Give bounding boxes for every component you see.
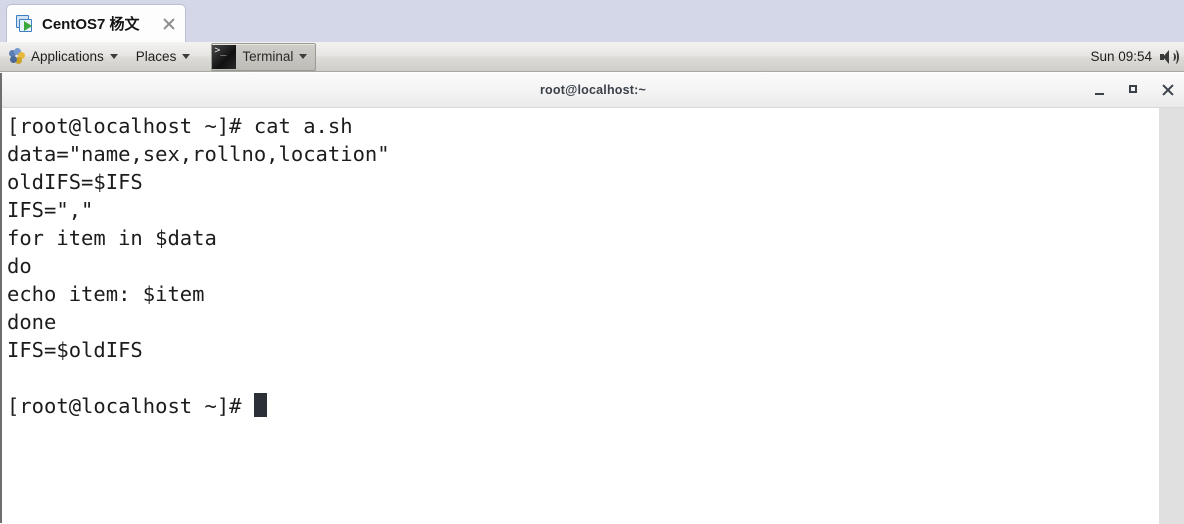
terminal-line: IFS=$oldIFS (7, 338, 143, 362)
chevron-down-icon (299, 54, 308, 59)
terminal-line: echo item: $item (7, 282, 205, 306)
terminal-line: IFS="," (7, 198, 94, 222)
menu-places-label: Places (135, 49, 177, 64)
close-button[interactable] (1160, 82, 1176, 98)
menu-applications[interactable]: Applications (0, 42, 127, 71)
terminal-title: root@localhost:~ (539, 83, 647, 97)
terminal-line: data="name,sex,rollno,location" (7, 142, 390, 166)
terminal-scrollbar[interactable] (1158, 108, 1184, 524)
terminal-line: [root@localhost ~]# cat a.sh (7, 114, 353, 138)
terminal-window: root@localhost:~ [root@localhost ~]# cat… (0, 73, 1184, 524)
vm-tab-label: CentOS7 杨文 (42, 16, 140, 33)
terminal-line: do (7, 254, 32, 278)
gnome-foot-icon (9, 48, 26, 65)
terminal-titlebar[interactable]: root@localhost:~ (2, 73, 1184, 108)
volume-speaker-icon[interactable] (1160, 49, 1179, 65)
close-icon[interactable] (159, 14, 179, 34)
taskbar-item-terminal-label: Terminal (242, 49, 294, 64)
window-controls (1092, 73, 1176, 107)
terminal-screen[interactable]: [root@localhost ~]# cat a.sh data="name,s… (2, 108, 1158, 524)
virtual-machine-icon (15, 14, 35, 34)
maximize-button[interactable] (1126, 82, 1142, 98)
terminal-line: done (7, 310, 57, 334)
chevron-down-icon (182, 54, 191, 59)
vm-tab-centos7[interactable]: CentOS7 杨文 (6, 4, 186, 42)
panel-clock[interactable]: Sun 09:54 (1082, 49, 1160, 64)
menu-places[interactable]: Places (127, 42, 200, 71)
terminal-line: for item in $data (7, 226, 217, 250)
menu-applications-label: Applications (31, 49, 104, 64)
terminal-line: [root@localhost ~]# (7, 392, 1158, 420)
terminal-line: oldIFS=$IFS (7, 170, 143, 194)
terminal-body: [root@localhost ~]# cat a.sh data="name,s… (2, 108, 1184, 524)
terminal-icon (212, 44, 237, 69)
taskbar-item-terminal[interactable]: Terminal (211, 42, 317, 71)
chevron-down-icon (109, 54, 118, 59)
vm-client-tabstrip: CentOS7 杨文 (0, 0, 1184, 42)
minimize-button[interactable] (1092, 82, 1108, 98)
gnome-top-panel: Applications Places Terminal Sun 09:54 (0, 42, 1184, 72)
terminal-cursor (253, 393, 267, 417)
